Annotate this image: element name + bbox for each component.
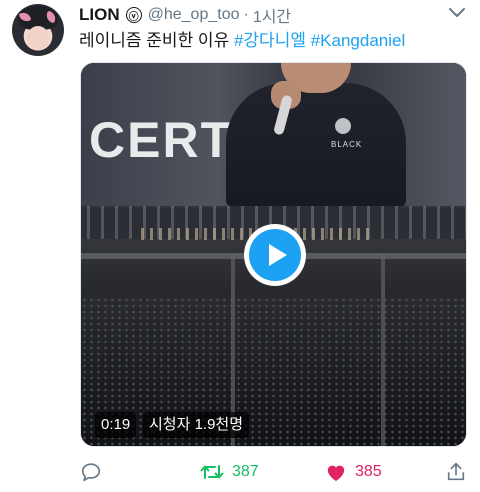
- share-icon: [447, 462, 465, 481]
- avatar-face: [27, 26, 49, 50]
- tweet-timestamp[interactable]: 1시간: [253, 3, 291, 27]
- retweet-icon: [200, 465, 224, 479]
- heart-icon: [327, 465, 345, 482]
- hashtag-link-1[interactable]: #강다니엘: [234, 31, 306, 50]
- play-icon: [249, 229, 301, 281]
- like-count: 385: [355, 463, 382, 480]
- share-button[interactable]: [445, 458, 467, 486]
- play-button[interactable]: [244, 224, 306, 286]
- author-avatar[interactable]: [12, 4, 64, 56]
- retweet-count: 387: [232, 463, 259, 480]
- video-view-count: 시청자 1.9천명: [143, 412, 250, 438]
- video-duration: 0:19: [95, 412, 137, 438]
- video-frame-rail-post: [381, 253, 385, 446]
- tweet-text: 레이니즘 준비한 이유 #강다니엘 #Kangdaniel: [79, 30, 405, 52]
- verified-icon: ⓥ: [125, 7, 142, 23]
- video-frame-crowd: [81, 297, 466, 446]
- author-name[interactable]: LION: [79, 5, 120, 25]
- reply-icon: [81, 463, 101, 482]
- hashtag-link-2[interactable]: #Kangdaniel: [311, 31, 406, 50]
- tweet-actions: 387 385: [80, 458, 470, 486]
- tweet-body-text: 레이니즘 준비한 이유: [79, 31, 230, 50]
- chevron-down-icon[interactable]: [448, 6, 466, 20]
- reply-button[interactable]: [80, 458, 110, 486]
- tweet-header: LION ⓥ @he_op_too · 1시간: [79, 4, 440, 26]
- video-frame-screen-text: CERT: [89, 112, 234, 168]
- video-frame-performer: [226, 83, 406, 208]
- retweet-button[interactable]: 387: [200, 458, 259, 486]
- video-frame-shirt-badge: [335, 118, 351, 134]
- author-handle[interactable]: @he_op_too: [148, 6, 240, 24]
- video-frame-shirt-text: BLACK: [331, 140, 363, 149]
- like-button[interactable]: 385: [325, 458, 382, 486]
- header-separator: ·: [243, 6, 249, 23]
- video-player[interactable]: CERT BLACK 0:19 시청자 1.9천명: [80, 62, 467, 447]
